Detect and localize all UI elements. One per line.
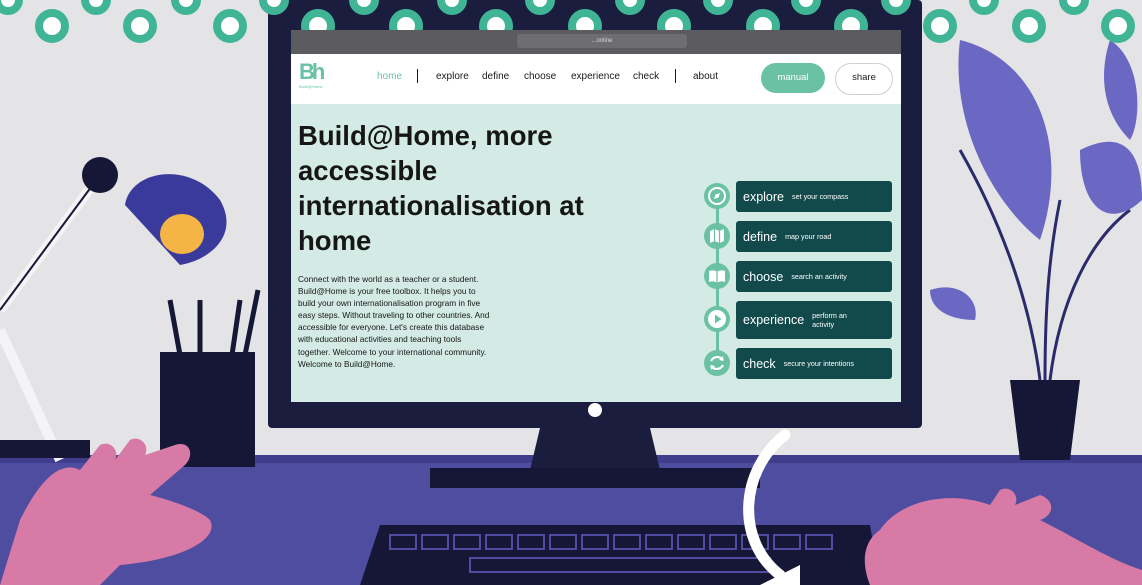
nav-choose[interactable]: choose: [524, 71, 556, 82]
step-name: check: [743, 356, 776, 371]
book-icon: [704, 263, 730, 289]
step-name: define: [743, 229, 778, 244]
map-icon: [704, 223, 730, 249]
step-description: search an activity: [791, 272, 847, 281]
step-check[interactable]: check secure your intentions: [736, 348, 892, 379]
share-button[interactable]: share: [835, 63, 893, 95]
nav-experience[interactable]: experience: [571, 71, 620, 82]
step-name: choose: [743, 269, 784, 284]
nav-about[interactable]: about: [693, 71, 718, 82]
site-navbar: Bh Build@Home home explore define choose…: [291, 54, 901, 104]
plant-illustration: [930, 40, 1142, 460]
nav-divider: [675, 69, 676, 83]
step-name: explore: [743, 189, 784, 204]
step-description: map your road: [785, 232, 832, 241]
logo-mark: Bh: [299, 59, 325, 84]
compass-icon: [704, 183, 730, 209]
pencil-cup-illustration: [160, 289, 261, 467]
browser-toolbar: ...online: [291, 30, 901, 54]
nav-explore[interactable]: explore: [436, 71, 469, 82]
step-description: secure your intentions: [783, 359, 854, 368]
step-choose[interactable]: choose search an activity: [736, 261, 892, 292]
logo-text: Build@Home: [299, 84, 323, 89]
address-bar[interactable]: ...online: [517, 34, 687, 48]
play-icon: [704, 306, 730, 332]
step-define[interactable]: define map your road: [736, 221, 892, 252]
site-logo[interactable]: Bh Build@Home: [299, 60, 333, 98]
keyboard-illustration: [360, 525, 880, 585]
nav-home[interactable]: home: [377, 71, 402, 82]
step-description: perform an activity: [812, 311, 847, 329]
nav-define[interactable]: define: [482, 71, 509, 82]
manual-button[interactable]: manual: [761, 63, 825, 93]
step-experience[interactable]: experience perform an activity: [736, 301, 892, 339]
step-explore[interactable]: explore set your compass: [736, 181, 892, 212]
hero-description: Connect with the world as a teacher or a…: [298, 274, 490, 369]
step-description: set your compass: [792, 192, 849, 201]
refresh-icon: [704, 350, 730, 376]
website-screen: ...online Bh Build@Home home explore def…: [291, 30, 901, 402]
nav-check[interactable]: check: [633, 71, 659, 82]
step-name: experience: [743, 313, 805, 327]
hero-title: Build@Home, more accessible internationa…: [298, 120, 584, 256]
nav-divider: [417, 69, 418, 83]
